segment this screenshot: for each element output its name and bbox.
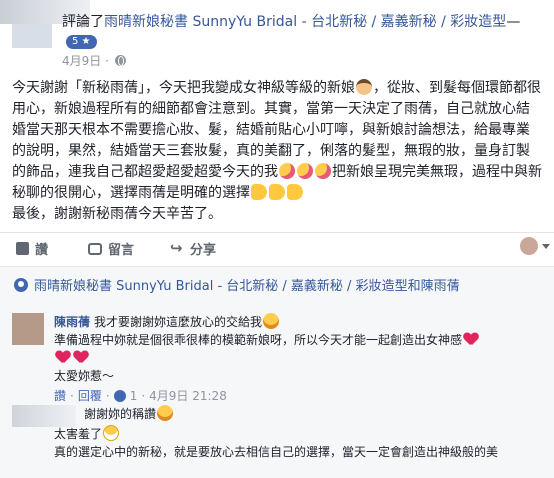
share-button[interactable]: 分享 [170,239,217,259]
post-meta: 4月9日 · [62,52,126,69]
like-button[interactable]: 讚 [16,239,48,258]
tag-line-text: 雨晴新娘秘書 SunnyYu Bridal - 台北新秘 / 嘉義新秘 / 彩妝… [34,279,460,294]
comment-line: 我才要謝謝妳這麼放心的交給我 [94,315,263,329]
comment-line: 太愛妳惹～ [54,369,115,383]
like-icon [16,242,29,255]
post-body: 今天謝謝「新秘雨蒨」，今天把我變成女神級等級的新娘 ，從妝、到髮每個環節都很用心，… [12,78,542,225]
comment-line: 準備過程中妳就是個很乖很棒的模範新娘呀，所以今天才能一起創造出女神感 [54,333,463,347]
comment-text: 陳雨蒨 我才要謝謝妳這麼放心的交給我 準備過程中妳就是個很乖很棒的模範新娘呀，所以… [54,313,544,405]
post-text-4: 最後，謝謝新秘雨蒨今天辛苦了。 [12,206,222,222]
heart-icon [464,333,478,346]
globe-icon [114,55,126,66]
share-label: 分享 [190,243,217,258]
like-count-icon [113,390,126,402]
smile-emoji-icon [263,313,280,329]
post-title: 評論了雨晴新娘秘書 SunnyYu Bridal - 台北新秘 / 嘉義新秘 /… [62,14,521,49]
kiss-emoji-icon [279,163,295,179]
bride-emoji-icon [356,79,372,95]
action-bar: 讚 留言 分享 [0,232,554,260]
comment-text: 太害羞了 真的選定心中的新秘，就是要放心去相信自己的選擇，當天一定會創造出神級般… [54,425,554,461]
comment-like-count[interactable]: 1 [130,387,138,405]
comment-button[interactable]: 留言 [88,239,134,258]
comment-like-link[interactable]: 讚 [54,387,66,405]
comment-time[interactable]: 4月9日 21:28 [149,387,227,405]
like-label: 讚 [35,243,49,258]
post-text-1: 今天謝謝「新秘雨蒨」，今天把我變成女神級等級的新娘 [12,80,355,96]
comment-reply-link[interactable]: 回覆 [78,387,102,405]
heart-icon [74,351,88,364]
thumbs-up-emoji-icon [269,184,285,200]
author-action: 評論了 [62,14,104,30]
thumbs-up-emoji-icon [251,184,267,200]
tag-icon [14,277,28,292]
comments-section: 雨晴新娘秘書 SunnyYu Bridal - 台北新秘 / 嘉義新秘 / 彩妝… [0,266,554,478]
comment-icon [88,242,102,255]
comment-author[interactable]: 陳雨蒨 [54,315,90,329]
viewer-avatar[interactable] [520,237,538,255]
share-icon [170,239,184,257]
commenter-avatar[interactable] [12,405,76,427]
kiss-emoji-icon [297,163,313,179]
comment-line: 謝謝妳的稱讚 [84,407,157,421]
grin-emoji-icon [103,425,120,441]
heart-icon [56,351,70,364]
commenter-avatar[interactable] [12,313,44,345]
comment-text: 謝謝妳的稱讚 [84,405,544,423]
comment-label: 留言 [108,243,135,258]
tag-line[interactable]: 雨晴新娘秘書 SunnyYu Bridal - 台北新秘 / 嘉義新秘 / 彩妝… [14,275,460,294]
smile-emoji-icon [157,405,174,421]
comment-line: 太害羞了 [54,427,103,441]
chevron-down-icon[interactable] [542,244,550,249]
post-header: 評論了雨晴新娘秘書 SunnyYu Bridal - 台北新秘 / 嘉義新秘 /… [0,0,554,70]
kiss-emoji-icon [315,163,331,179]
thumbs-up-emoji-icon [287,184,303,200]
comment-line: 真的選定心中的新秘，就是要放心去相信自己的選擇，當天一定會創造出神級般的美 [54,445,499,459]
comment-meta: 讚 · 回覆 · 1 · 4月9日 21:28 [54,387,227,405]
rating-badge[interactable]: 5 ★ [66,35,97,49]
post-date[interactable]: 4月9日 · [62,52,109,69]
page-name-link[interactable]: 雨晴新娘秘書 SunnyYu Bridal - 台北新秘 / 嘉義新秘 / 彩妝… [104,14,506,30]
